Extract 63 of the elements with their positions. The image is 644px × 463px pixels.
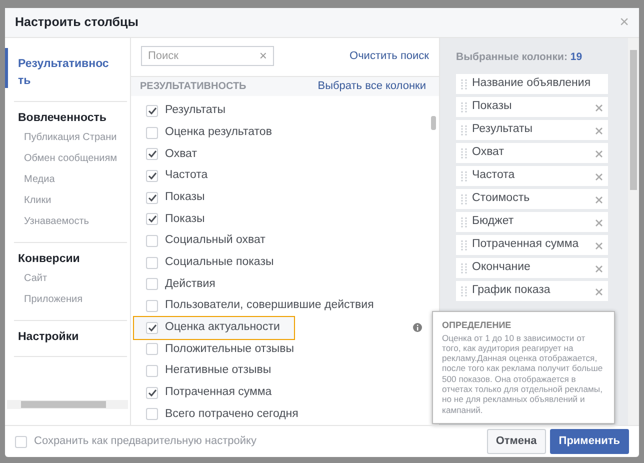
section-title: РЕЗУЛЬТАТИВНОСТЬ (140, 80, 246, 94)
sidebar-category[interactable]: Результативность (18, 56, 112, 90)
metric-row[interactable]: Негативные отзывы (131, 360, 427, 382)
metric-label: Негативные отзывы (165, 363, 272, 378)
metric-row[interactable]: Социальные показы (131, 252, 427, 274)
metric-row[interactable]: Пользователи, совершившие действия (131, 295, 427, 317)
selected-column-item[interactable]: Потраченная сумма (456, 234, 608, 255)
metric-row[interactable]: Оценка результатов (131, 122, 427, 144)
column-label: Охват (472, 145, 505, 160)
metric-label: Действия (165, 276, 216, 292)
column-label: Частота (472, 168, 516, 184)
selected-column-item[interactable]: Окончание (456, 258, 608, 278)
metric-row[interactable]: Результаты (131, 100, 427, 122)
selected-column-item[interactable]: Результаты (456, 120, 608, 140)
column-label: Потраченная сумма (472, 237, 580, 252)
column-label: Название объявления (472, 76, 592, 92)
metric-label: Всего потрачено сегодня (165, 406, 298, 422)
column-label: Окончание (472, 260, 532, 276)
column-label: Показы (472, 99, 513, 114)
selected-column-item[interactable]: Бюджет (456, 212, 608, 232)
cancel-button[interactable]: Отмена (486, 429, 546, 454)
selected-column-item[interactable]: Частота (456, 166, 608, 186)
metric-row[interactable]: Показы (131, 208, 427, 230)
selected-column-item[interactable]: График показа (456, 280, 608, 301)
metric-label: Показы (165, 212, 205, 227)
column-label: Бюджет (472, 214, 515, 230)
metric-label: Социальные показы (165, 255, 274, 270)
metric-label: Показы (165, 190, 205, 205)
checkbox-label: Сохранить как предварительную настройку (34, 434, 256, 450)
selected-column-item[interactable]: Стоимость (456, 188, 608, 209)
select-all-link[interactable]: Выбрать все колонки (318, 78, 426, 95)
metric-label: Социальный охват (165, 233, 266, 248)
metric-row[interactable]: Положительные отзывы (131, 338, 427, 360)
sidebar-category[interactable]: Вовлеченность (18, 110, 127, 127)
metric-label: Положительные отзывы (165, 342, 294, 357)
column-label: Стоимость (472, 191, 531, 206)
selected-column-item[interactable]: Охват (456, 142, 608, 163)
sidebar-category[interactable]: Конверсии (18, 250, 127, 268)
metric-row[interactable]: Действия (131, 274, 427, 296)
selected-column-item[interactable]: Показы (456, 96, 608, 117)
selected-column-item[interactable]: Название объявления (456, 74, 608, 94)
clear-search-link[interactable]: Очистить поиск (350, 48, 429, 64)
tooltip-text: Оценка от 1 до 10 в зависимости от того, как аудитория реагирует на рекламу.Данная оценка отображается, после того как реклама получит больше 500 показов. Она отображается в отчетах только для отдельной рекламы, но не для рекламных объявлений и кампаний. (442, 332, 604, 415)
column-label: График показа (472, 283, 552, 298)
metric-row[interactable]: Частота (131, 165, 427, 187)
metric-label: Оценка актуальности (165, 320, 280, 336)
sidebar-category[interactable]: Настройки (18, 329, 127, 346)
tooltip-title: ОПРЕДЕЛЕНИЕ (442, 319, 512, 332)
apply-button[interactable]: Применить (550, 429, 629, 454)
metric-row[interactable]: Всего потрачено сегодня (131, 404, 427, 425)
metric-label: Охват (165, 146, 197, 162)
metric-label: Пользователи, совершившие действия (165, 298, 374, 314)
metric-row[interactable]: Охват (131, 143, 427, 166)
metric-label: Результаты (165, 103, 226, 118)
metric-row[interactable]: Социальный охват (131, 230, 427, 252)
selected-count-label: Выбранные колонки: 19 (456, 50, 584, 65)
dialog-title: Настроить столбцы (15, 14, 138, 32)
metric-label: Потраченная сумма (165, 385, 272, 400)
metric-row[interactable]: Показы (131, 186, 427, 208)
metric-row[interactable]: Потраченная сумма (131, 382, 427, 404)
metric-label: Частота (165, 168, 208, 184)
column-label: Результаты (472, 122, 534, 138)
metric-label: Оценка результатов (165, 124, 272, 140)
